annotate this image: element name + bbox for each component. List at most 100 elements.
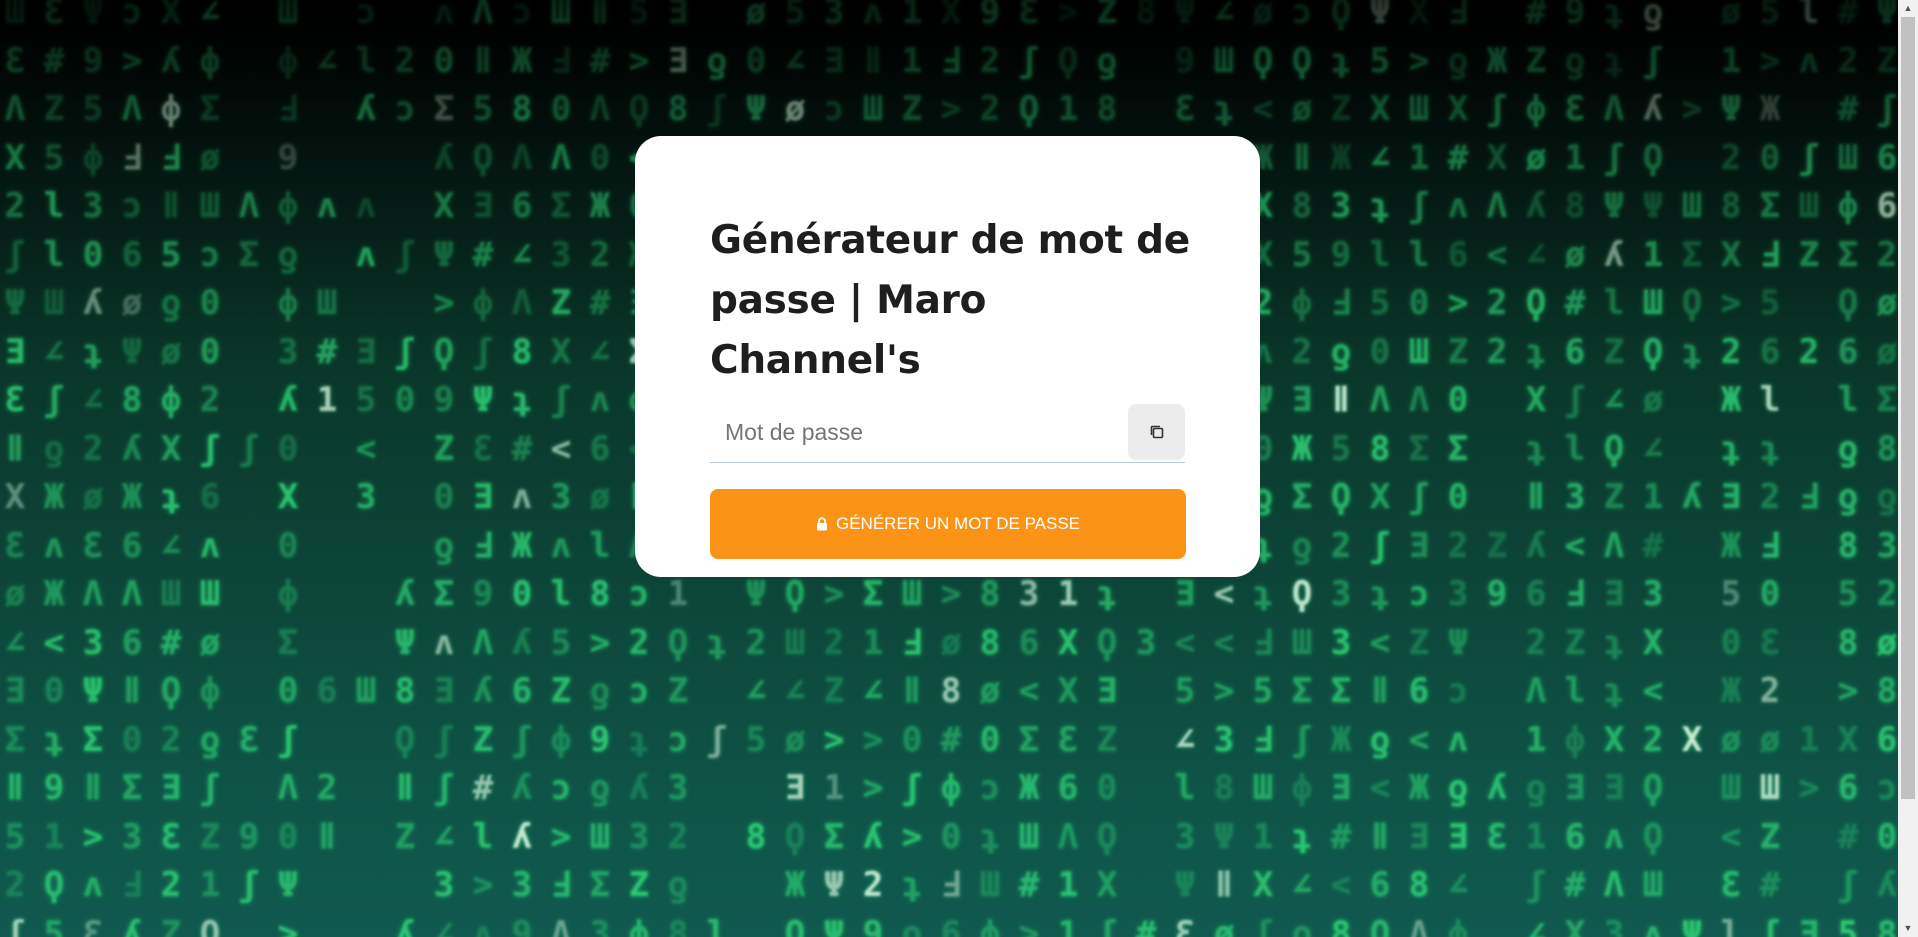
matrix-glyph: 0	[745, 40, 767, 81]
generate-password-button[interactable]: GÉNÉRER UN MOT DE PASSE	[710, 489, 1186, 559]
matrix-glyph: ø	[1213, 913, 1235, 937]
matrix-glyph: ʃ	[1564, 380, 1586, 420]
matrix-glyph: ф	[1291, 768, 1313, 808]
matrix-glyph	[390, 134, 420, 183]
page-scrollbar[interactable]: ▲ ▼	[1898, 0, 1918, 937]
matrix-rain-column: Ψ 5 X ∠ ʇ l 5 0 Λ 8 Xʃ ʇ < Ⅱƍ < Ⅱ 6 Ϙ	[1365, 0, 1395, 937]
matrix-glyph: #	[43, 40, 65, 81]
matrix-glyph: Ǝ	[355, 331, 377, 372]
matrix-glyph: ф	[199, 40, 221, 81]
matrix-glyph: 2	[82, 428, 104, 469]
matrix-rain-column: > ШΣϘʇ ʎ X Ψ	[1677, 0, 1707, 937]
matrix-glyph: 5	[1369, 40, 1391, 81]
matrix-glyph: Ж	[1759, 89, 1781, 129]
matrix-glyph: ф	[82, 137, 104, 178]
scroll-up-arrow-icon[interactable]: ▲	[1898, 0, 1918, 17]
matrix-glyph: ʃ	[901, 768, 923, 808]
matrix-glyph: 8	[979, 622, 1001, 663]
matrix-glyph	[702, 570, 732, 619]
matrix-glyph: 6	[316, 671, 338, 711]
matrix-glyph: Ⅎ	[473, 525, 493, 566]
matrix-glyph: #	[1642, 525, 1664, 566]
matrix-glyph: 2	[1837, 40, 1859, 81]
matrix-glyph	[1131, 716, 1161, 765]
matrix-glyph: 3	[1330, 622, 1352, 663]
matrix-glyph: 3	[277, 331, 299, 372]
matrix-glyph: >	[1837, 671, 1859, 711]
matrix-glyph: ʃ	[1798, 137, 1820, 178]
matrix-glyph: Ⅎ	[161, 137, 181, 178]
matrix-glyph: #	[589, 40, 611, 81]
matrix-glyph: 2	[745, 622, 767, 663]
matrix-glyph: 2	[160, 865, 182, 905]
matrix-glyph: ø	[1759, 719, 1781, 760]
matrix-glyph: 2	[862, 865, 884, 905]
matrix-glyph: Z	[628, 865, 650, 905]
matrix-glyph: 8	[1408, 865, 1430, 905]
password-input[interactable]	[710, 404, 1110, 460]
matrix-glyph: ʎ	[121, 913, 143, 937]
matrix-glyph: ø	[1642, 380, 1664, 420]
matrix-glyph: Ǝ	[4, 671, 26, 711]
matrix-glyph: 1	[43, 816, 65, 857]
matrix-glyph	[351, 716, 381, 765]
matrix-glyph: Ϙ	[628, 89, 650, 129]
matrix-glyph: Σ	[1408, 428, 1430, 469]
matrix-glyph: ʌ	[511, 477, 533, 517]
matrix-glyph: X	[1525, 380, 1547, 420]
matrix-glyph	[351, 861, 381, 910]
matrix-glyph: 5	[4, 816, 26, 857]
matrix-glyph: 2	[1291, 331, 1313, 372]
matrix-glyph: ʇ	[1369, 574, 1391, 614]
matrix-glyph: 3	[1213, 719, 1235, 760]
matrix-glyph: 6	[1525, 574, 1547, 614]
matrix-rain-column: ɔlʎ ʌʌ Ǝ 5 <3 Ш	[351, 0, 381, 937]
matrix-rain-column: 9 ƍ Ɛ 1 8 ø #6 ʃ l 3 < Ⅎ Zl ф Ǝ 6 # X	[1560, 0, 1590, 937]
copy-button[interactable]	[1128, 404, 1185, 460]
matrix-glyph: 6	[199, 477, 221, 517]
matrix-glyph: Ϙ	[667, 622, 689, 663]
matrix-glyph: Z	[160, 913, 182, 937]
matrix-glyph: ʎ	[511, 816, 533, 857]
matrix-glyph: Z	[667, 671, 689, 711]
matrix-glyph: 1	[1525, 719, 1547, 760]
matrix-glyph: ʃ	[433, 719, 455, 760]
matrix-rain-column: X > Ш 1 ʃ l 0 Ш Λ Σʃ Ǝɔ Z 6 < Ж Ǝ 8 Λ	[1404, 0, 1434, 937]
matrix-glyph: X	[1486, 137, 1508, 178]
matrix-glyph: <	[1486, 234, 1508, 275]
matrix-glyph: ʎ	[160, 40, 182, 81]
matrix-glyph: Ш	[43, 283, 65, 323]
matrix-glyph: ʇ	[1096, 574, 1118, 614]
matrix-rain-column: ɔ Ϙø Ⅱ 8 5 ф 2 Ǝ Ж Σƍ Ϙ Ш Σʃ ф ʇ ∠ ƍ	[1287, 0, 1317, 937]
matrix-glyph: 2	[1876, 574, 1898, 614]
matrix-glyph: Ǝ	[433, 671, 455, 711]
matrix-glyph: Ж	[1330, 137, 1352, 178]
matrix-rain-column: Ψ 9 5 ф 3 0 ʎ ʇ ∠ 2 ø Ɛ Λ 3 Ψ Σ Ⅱ > ʌ Ɛ	[78, 0, 108, 937]
matrix-glyph: 6	[1564, 331, 1586, 372]
matrix-glyph: Ϙ	[1642, 137, 1664, 178]
matrix-glyph: Ⅎ	[278, 89, 298, 129]
matrix-rain-column: lʌ ʃШZ 2 Ⅎ 1 > Ǝ	[1794, 0, 1824, 937]
matrix-glyph: ʃ	[706, 719, 728, 760]
matrix-glyph: 5	[1330, 428, 1352, 469]
matrix-glyph	[234, 328, 264, 377]
matrix-glyph: 0	[1759, 137, 1781, 178]
matrix-glyph: Λ	[550, 913, 572, 937]
matrix-glyph: >	[823, 574, 845, 614]
matrix-glyph: ʃ	[238, 865, 260, 905]
matrix-glyph: 6	[1408, 671, 1430, 711]
matrix-glyph: Σ	[550, 186, 572, 226]
matrix-glyph: Ш	[1720, 768, 1742, 808]
matrix-glyph	[1482, 376, 1512, 425]
matrix-glyph: Σ	[121, 768, 143, 808]
matrix-glyph: Ж	[1330, 719, 1352, 760]
matrix-glyph: ф	[1564, 719, 1586, 760]
scroll-down-arrow-icon[interactable]: ▼	[1898, 920, 1918, 937]
matrix-glyph	[1677, 522, 1707, 571]
matrix-glyph	[312, 861, 342, 910]
matrix-glyph: Ǝ	[472, 477, 494, 517]
matrix-glyph: #	[1837, 0, 1859, 32]
scrollbar-thumb[interactable]	[1901, 17, 1915, 799]
matrix-rain-column: # Zф ø ʎ ∠ Ϙʇ Xʇ Ⅱʎ 6 2 Λ 1 ƍ 1 ʃ ∠	[1521, 0, 1551, 937]
matrix-glyph: #	[1447, 137, 1469, 178]
